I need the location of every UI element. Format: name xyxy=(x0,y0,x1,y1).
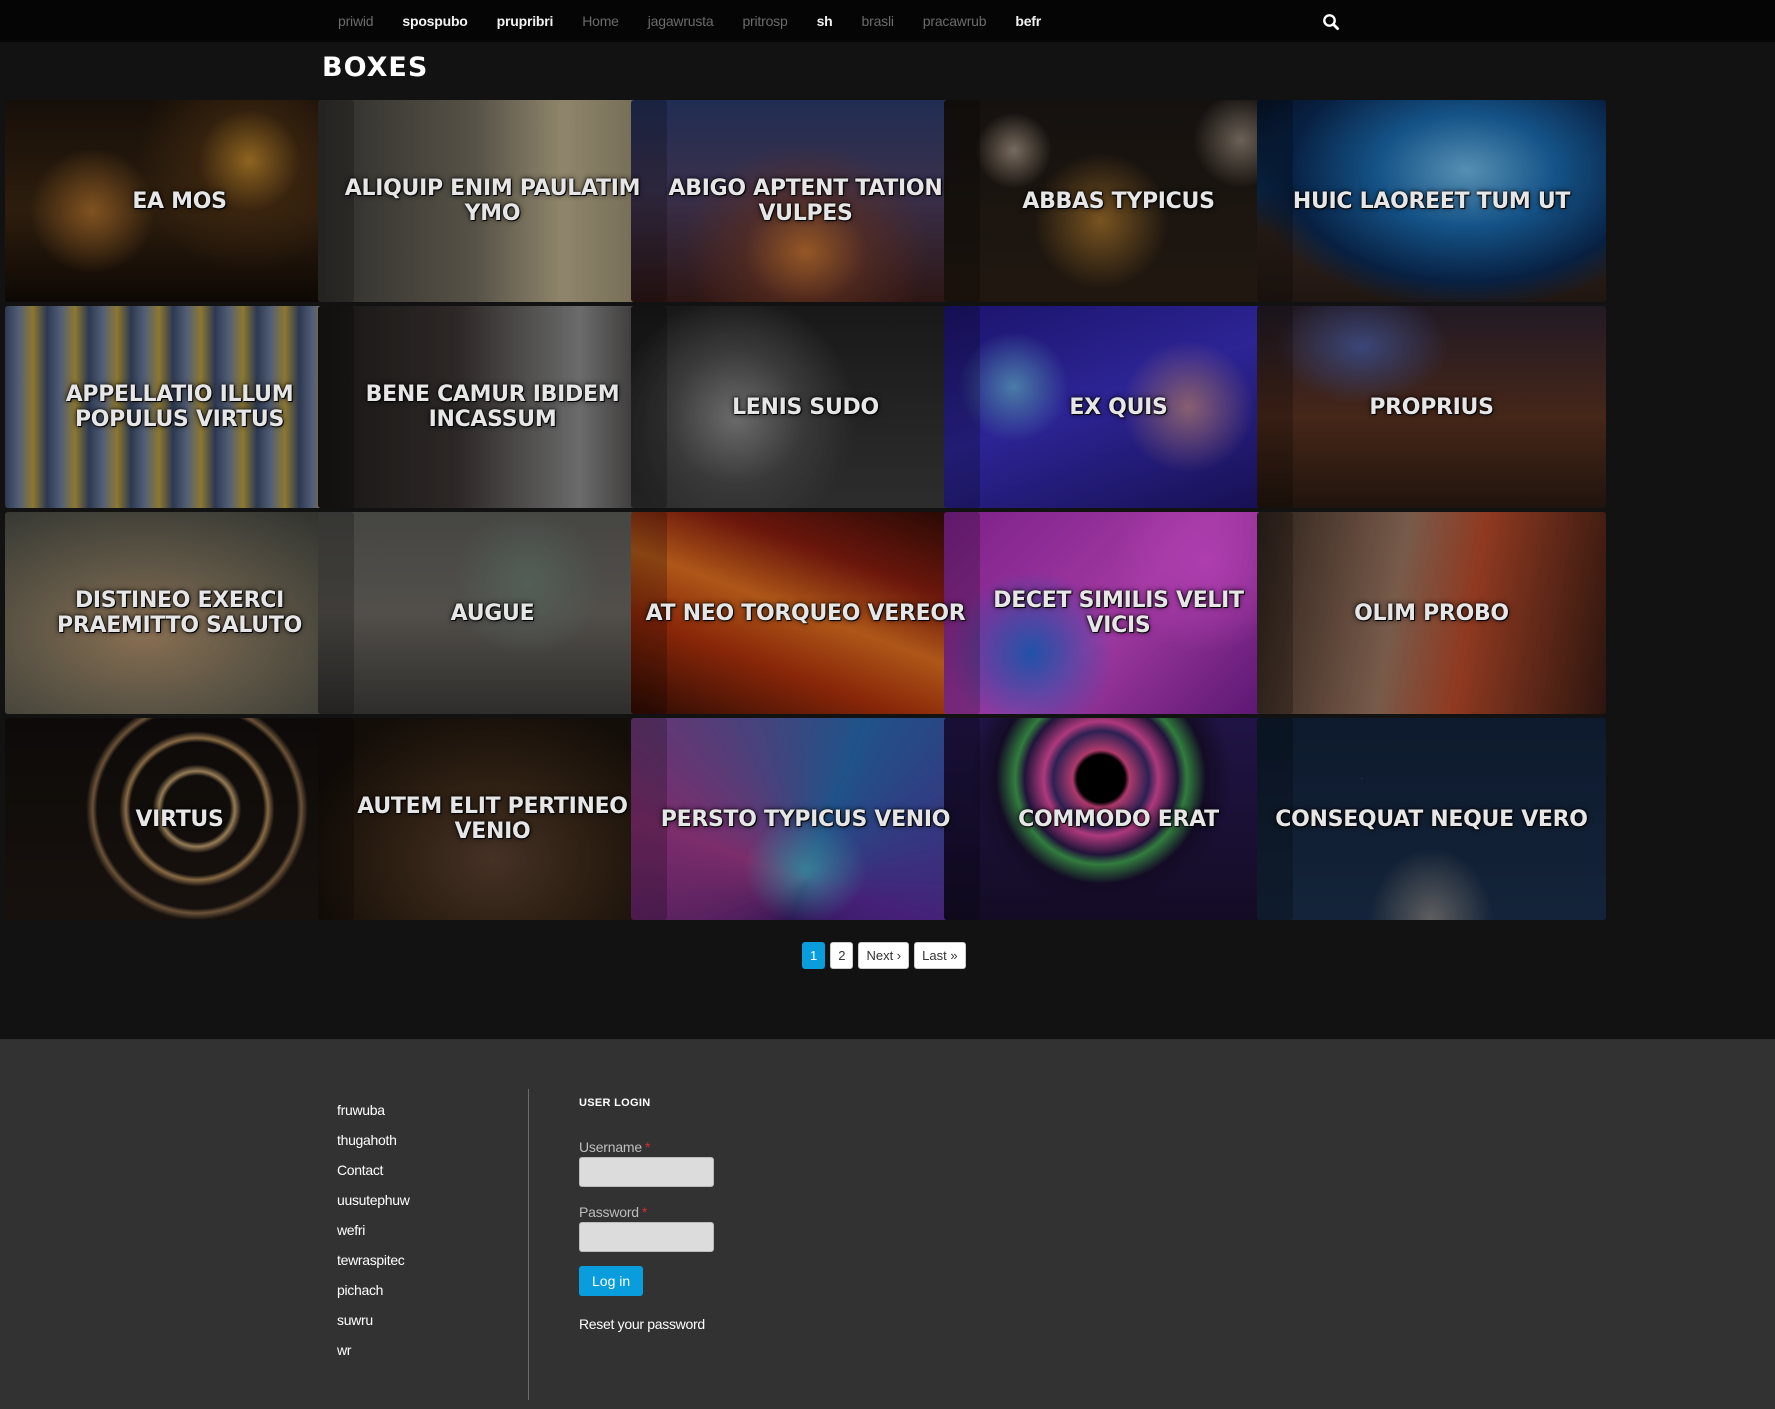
required-mark: * xyxy=(644,1139,651,1155)
footer-link-tewraspitec[interactable]: tewraspitec xyxy=(337,1245,410,1275)
boxes-grid: EA MOS ALIQUIP ENIM PAULATIM YMO ABIGO APT… xyxy=(5,100,1770,922)
box-tile[interactable]: AUGUE xyxy=(318,512,667,714)
page-title: BOXES xyxy=(322,52,429,83)
nav-item-prupribri[interactable]: prupribri xyxy=(497,13,554,29)
nav-item-befr[interactable]: befr xyxy=(1015,13,1041,29)
top-navigation: priwid spospubo prupribri Home jagawrusta pri… xyxy=(0,0,1775,42)
user-login-block: USER LOGIN Username * Password * Log in Re… xyxy=(579,1097,779,1332)
box-tile-title: LENIS SUDO xyxy=(732,394,879,420)
box-tile[interactable]: EA MOS xyxy=(5,100,354,302)
box-tile[interactable]: BENE CAMUR IBIDEM INCASSUM xyxy=(318,306,667,508)
box-tile-title: BENE CAMUR IBIDEM INCASSUM xyxy=(365,382,620,432)
box-tile[interactable]: DECET SIMILIS VELIT VICIS xyxy=(944,512,1293,714)
box-tile-title: EX QUIS xyxy=(1069,394,1168,420)
footer-divider xyxy=(528,1089,529,1400)
nav-item-spospubo[interactable]: spospubo xyxy=(402,13,467,29)
nav-item-jagawrusta[interactable]: jagawrusta xyxy=(648,13,714,29)
box-tile-title: AT NEO TORQUEO VEREOR xyxy=(645,600,966,626)
password-label: Password * xyxy=(579,1204,648,1220)
box-tile[interactable]: ABIGO APTENT TATION VULPES xyxy=(631,100,980,302)
box-tile-title: DISTINEO EXERCI PRAEMITTO SALUTO xyxy=(57,588,302,638)
box-tile-title: AUTEM ELIT PERTINEO VENIO xyxy=(357,794,628,844)
user-login-title: USER LOGIN xyxy=(579,1097,651,1109)
box-tile[interactable]: COMMODO ERAT xyxy=(944,718,1293,920)
login-button[interactable]: Log in xyxy=(579,1266,644,1296)
box-tile-title: CONSEQUAT NEQUE VERO xyxy=(1275,806,1588,832)
box-tile[interactable]: ABBAS TYPICUS xyxy=(944,100,1293,302)
nav-item-sh[interactable]: sh xyxy=(817,13,833,29)
box-tile[interactable]: AT NEO TORQUEO VEREOR xyxy=(631,512,980,714)
footer-link-fruwuba[interactable]: fruwuba xyxy=(337,1095,410,1125)
box-tile[interactable]: LENIS SUDO xyxy=(631,306,980,508)
box-tile[interactable]: DISTINEO EXERCI PRAEMITTO SALUTO xyxy=(5,512,354,714)
box-tile-title: APPELLATIO ILLUM POPULUS VIRTUS xyxy=(65,382,294,432)
box-tile[interactable]: CONSEQUAT NEQUE VERO xyxy=(1257,718,1606,920)
footer-link-suwru[interactable]: suwru xyxy=(337,1305,410,1335)
nav-item-pritrosp[interactable]: pritrosp xyxy=(742,13,787,29)
nav-item-home[interactable]: Home xyxy=(582,13,619,29)
footer-link-wr[interactable]: wr xyxy=(337,1335,410,1365)
required-mark: * xyxy=(641,1204,648,1220)
box-tile[interactable]: PROPRIUS xyxy=(1257,306,1606,508)
footer-link-contact[interactable]: Contact xyxy=(337,1155,410,1185)
box-tile-title: AUGUE xyxy=(450,600,535,626)
username-label: Username * xyxy=(579,1139,651,1155)
pager-next[interactable]: Next › xyxy=(858,942,910,969)
password-field[interactable] xyxy=(579,1222,714,1252)
box-tile[interactable]: ALIQUIP ENIM PAULATIM YMO xyxy=(318,100,667,302)
box-tile[interactable]: AUTEM ELIT PERTINEO VENIO xyxy=(318,718,667,920)
box-tile-title: PROPRIUS xyxy=(1369,394,1494,420)
box-tile-title: COMMODO ERAT xyxy=(1018,806,1219,832)
box-tile-title: OLIM PROBO xyxy=(1354,600,1509,626)
pager-current-page[interactable]: 1 xyxy=(802,942,826,969)
nav-item-priwid[interactable]: priwid xyxy=(338,13,374,29)
footer-link-wefri[interactable]: wefri xyxy=(337,1215,410,1245)
username-field[interactable] xyxy=(579,1157,714,1187)
reset-password-link[interactable]: Reset your password xyxy=(579,1316,779,1332)
box-tile-title: ABBAS TYPICUS xyxy=(1022,188,1215,214)
box-tile-title: VIRTUS xyxy=(135,806,224,832)
box-tile-title: ALIQUIP ENIM PAULATIM YMO xyxy=(344,176,641,226)
nav-item-brasli[interactable]: brasli xyxy=(862,13,894,29)
box-tile[interactable]: EX QUIS xyxy=(944,306,1293,508)
footer-menu: fruwuba thugahoth Contact uusutephuw wefri te… xyxy=(337,1095,410,1365)
box-tile-title: DECET SIMILIS VELIT VICIS xyxy=(993,588,1244,638)
search-icon[interactable] xyxy=(1322,13,1340,31)
box-tile-title: ABIGO APTENT TATION VULPES xyxy=(668,176,943,226)
footer-link-thugahoth[interactable]: thugahoth xyxy=(337,1125,410,1155)
nav-item-pracawrub[interactable]: pracawrub xyxy=(923,13,987,29)
box-tile[interactable]: HUIC LAOREET TUM UT xyxy=(1257,100,1606,302)
box-tile[interactable]: VIRTUS xyxy=(5,718,354,920)
box-tile-title: PERSTO TYPICUS VENIO xyxy=(660,806,951,832)
pagination: 1 2 Next › Last » xyxy=(802,942,966,969)
box-tile[interactable]: PERSTO TYPICUS VENIO xyxy=(631,718,980,920)
box-tile-title: EA MOS xyxy=(132,188,227,214)
footer-link-uusutephuw[interactable]: uusutephuw xyxy=(337,1185,410,1215)
nav-menu: priwid spospubo prupribri Home jagawrusta pri… xyxy=(338,0,1070,42)
box-tile-title: HUIC LAOREET TUM UT xyxy=(1292,188,1571,214)
box-tile[interactable]: APPELLATIO ILLUM POPULUS VIRTUS xyxy=(5,306,354,508)
box-tile[interactable]: OLIM PROBO xyxy=(1257,512,1606,714)
pager-last[interactable]: Last » xyxy=(914,942,966,969)
pager-page-2[interactable]: 2 xyxy=(830,942,854,969)
footer: fruwuba thugahoth Contact uusutephuw wefri te… xyxy=(0,1039,1775,1409)
footer-link-pichach[interactable]: pichach xyxy=(337,1275,410,1305)
